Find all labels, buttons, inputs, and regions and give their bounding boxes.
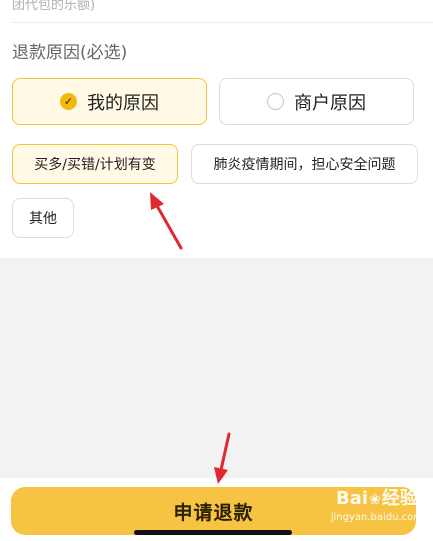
watermark-brand-right: 经验 — [381, 488, 418, 509]
reason-card: 团代包的乐额) 退款原因(必选) ✓ 我的原因 商户原因 买多/买错/计划有变 … — [0, 0, 433, 258]
chip-label: 买多/买错/计划有变 — [34, 157, 156, 173]
chip-bought-wrong[interactable]: 买多/买错/计划有变 — [12, 144, 178, 184]
chip-other[interactable]: 其他 — [12, 198, 74, 238]
chip-label: 其他 — [29, 211, 57, 227]
refund-page: 团代包的乐额) 退款原因(必选) ✓ 我的原因 商户原因 买多/买错/计划有变 … — [0, 0, 433, 541]
chip-label: 肺炎疫情期间，担心安全问题 — [213, 157, 396, 173]
reason-section-title: 退款原因(必选) — [12, 43, 128, 63]
divider — [12, 22, 433, 23]
baidu-watermark: Bai❀经验 jingyan.baidu.com — [331, 484, 423, 523]
watermark-brand: Bai❀经验 — [331, 484, 423, 510]
empty-circle-icon — [267, 93, 284, 110]
chip-pandemic-safety[interactable]: 肺炎疫情期间，担心安全问题 — [191, 144, 418, 184]
watermark-url: jingyan.baidu.com — [330, 512, 423, 523]
cut-off-text: 团代包的乐额) — [12, 0, 96, 13]
watermark-brand-left: Bai — [335, 488, 369, 509]
option-my-reason[interactable]: ✓ 我的原因 — [12, 78, 207, 125]
option-merchant-reason[interactable]: 商户原因 — [219, 78, 414, 125]
paw-icon: ❀ — [369, 492, 381, 508]
apply-refund-label: 申请退款 — [173, 501, 254, 524]
option-label: 商户原因 — [294, 92, 366, 114]
option-label: 我的原因 — [87, 92, 159, 114]
home-indicator — [134, 530, 292, 535]
check-circle-icon: ✓ — [60, 93, 77, 110]
